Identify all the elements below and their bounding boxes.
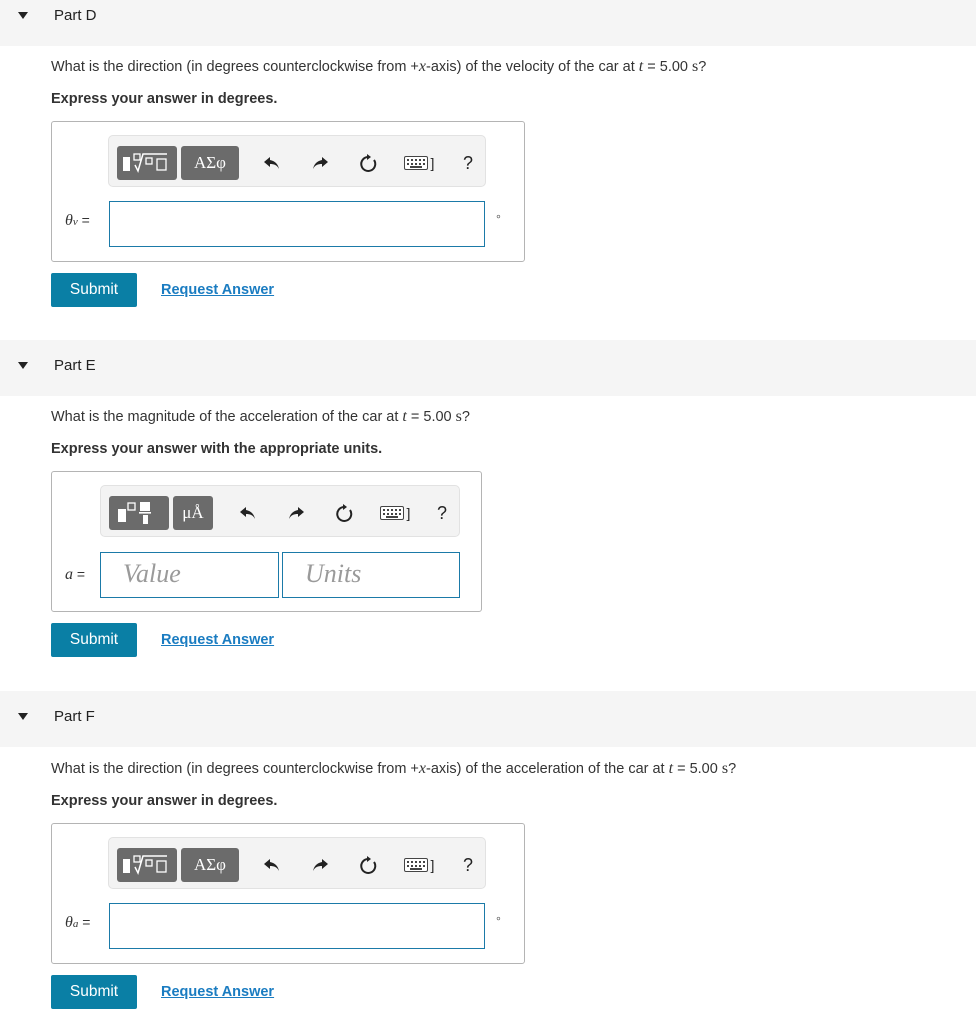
part-d-variable-label: θv = — [65, 212, 90, 229]
part-f-variable-label: θa = — [65, 914, 91, 931]
redo-icon[interactable] — [307, 852, 333, 878]
symbols-button[interactable]: ΑΣφ — [181, 848, 239, 882]
part-d-request-answer-link[interactable]: Request Answer — [161, 282, 274, 298]
part-e-request-answer-link[interactable]: Request Answer — [161, 632, 274, 648]
caret-down-icon[interactable] — [18, 713, 28, 720]
undo-icon[interactable] — [259, 852, 285, 878]
reset-icon[interactable] — [355, 852, 381, 878]
caret-down-icon[interactable] — [18, 362, 28, 369]
part-e-instruction: Express your answer with the appropriate… — [51, 441, 383, 457]
part-f-title: Part F — [54, 708, 95, 725]
part-d-answer-box: ΑΣφ ] ? θv = ∘ — [51, 121, 525, 262]
value-placeholder: Value — [123, 559, 181, 588]
part-f-header[interactable]: Part F — [0, 691, 976, 747]
templates-icon — [123, 855, 167, 876]
templates-button[interactable] — [117, 848, 177, 882]
part-e-units-input[interactable]: Units — [282, 552, 460, 598]
redo-icon[interactable] — [307, 150, 333, 176]
part-f-degree-symbol: ∘ — [495, 913, 502, 925]
reset-icon[interactable] — [355, 150, 381, 176]
part-d-degree-symbol: ∘ — [495, 211, 502, 223]
part-f-submit-button[interactable]: Submit — [51, 975, 137, 1009]
part-d-toolbar: ΑΣφ ] ? — [108, 135, 486, 187]
help-icon[interactable]: ? — [455, 852, 481, 878]
help-icon[interactable]: ? — [429, 500, 455, 526]
part-e-question: What is the magnitude of the acceleratio… — [51, 408, 470, 425]
caret-down-icon[interactable] — [18, 12, 28, 19]
part-e-answer-box: μÅ ] ? a = Value Units — [51, 471, 482, 612]
part-d-instruction: Express your answer in degrees. — [51, 91, 278, 107]
part-d-title: Part D — [54, 7, 97, 24]
keyboard-icon[interactable]: ] — [375, 500, 415, 526]
templates-icon — [118, 502, 151, 524]
part-f-request-answer-link[interactable]: Request Answer — [161, 984, 274, 1000]
keyboard-icon[interactable]: ] — [399, 150, 439, 176]
templates-icon — [123, 153, 167, 174]
redo-icon[interactable] — [283, 500, 309, 526]
templates-button[interactable] — [117, 146, 177, 180]
part-e-toolbar: μÅ ] ? — [100, 485, 460, 537]
part-f-question: What is the direction (in degrees counte… — [51, 760, 737, 777]
part-e-header[interactable]: Part E — [0, 340, 976, 396]
units-placeholder: Units — [305, 559, 362, 588]
templates-button[interactable] — [109, 496, 169, 530]
keyboard-icon[interactable]: ] — [399, 852, 439, 878]
part-d-question: What is the direction (in degrees counte… — [51, 58, 707, 75]
part-f-answer-input[interactable] — [109, 903, 485, 949]
symbols-button[interactable]: ΑΣφ — [181, 146, 239, 180]
part-e-value-input[interactable]: Value — [100, 552, 279, 598]
part-d-submit-button[interactable]: Submit — [51, 273, 137, 307]
part-f-instruction: Express your answer in degrees. — [51, 793, 278, 809]
part-e-title: Part E — [54, 357, 96, 374]
part-f-answer-box: ΑΣφ ] ? θa = ∘ — [51, 823, 525, 964]
undo-icon[interactable] — [259, 150, 285, 176]
part-e-variable-label: a = — [65, 566, 86, 583]
part-e-submit-button[interactable]: Submit — [51, 623, 137, 657]
reset-icon[interactable] — [331, 500, 357, 526]
units-button[interactable]: μÅ — [173, 496, 213, 530]
part-f-toolbar: ΑΣφ ] ? — [108, 837, 486, 889]
undo-icon[interactable] — [235, 500, 261, 526]
help-icon[interactable]: ? — [455, 150, 481, 176]
part-d-header[interactable]: Part D — [0, 0, 976, 46]
part-d-answer-input[interactable] — [109, 201, 485, 247]
